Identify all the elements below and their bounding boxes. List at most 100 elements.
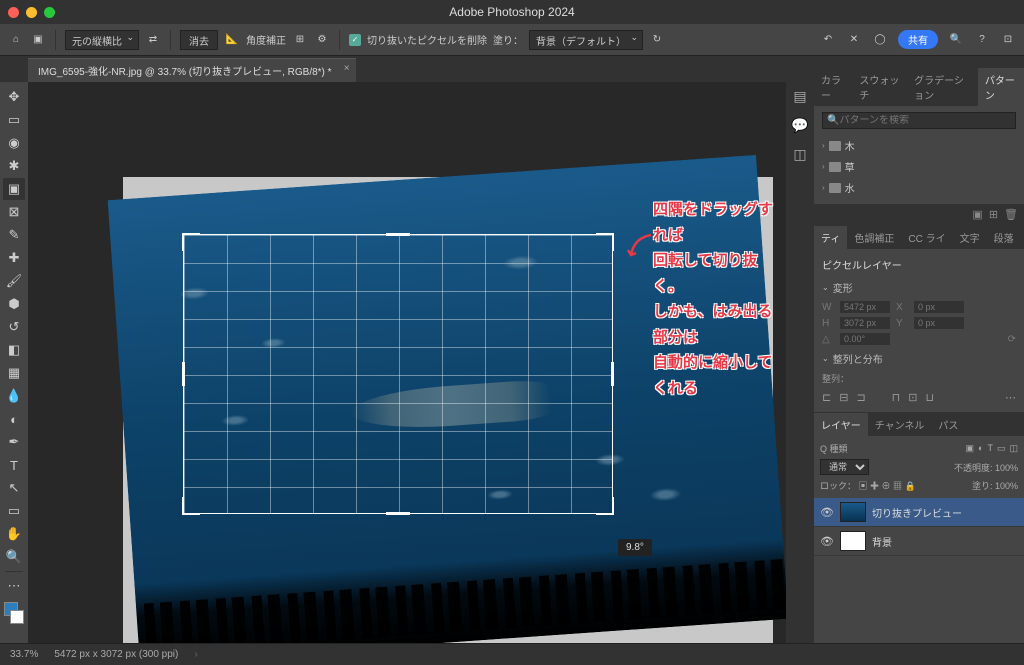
blend-mode-select[interactable]: 通常 [820, 459, 869, 475]
clear-button[interactable]: 消去 [180, 30, 218, 50]
align-top-icon[interactable]: ⊓ [892, 391, 901, 404]
type-tool[interactable]: T [3, 454, 25, 476]
undo-icon[interactable]: ↶ [820, 32, 836, 48]
crop-handle-bl[interactable] [182, 497, 200, 515]
layer-item[interactable]: 👁 背景 [814, 527, 1024, 556]
opacity-value[interactable]: 100% [995, 463, 1018, 473]
edit-toolbar[interactable]: ⋯ [3, 575, 25, 597]
tab-character[interactable]: 文字 [953, 226, 987, 249]
window-maximize[interactable] [44, 7, 55, 18]
background-color[interactable] [10, 610, 24, 624]
home-icon[interactable]: ⌂ [8, 32, 24, 48]
tab-color[interactable]: カラー [814, 68, 852, 106]
align-left-icon[interactable]: ⊏ [822, 391, 831, 404]
share-button[interactable]: 共有 [898, 30, 938, 49]
help-icon[interactable]: ? [974, 32, 990, 48]
crop-handle-right[interactable] [611, 362, 614, 386]
stamp-tool[interactable]: ⬢ [3, 293, 25, 315]
eyedropper-tool[interactable]: ✎ [3, 224, 25, 246]
color-swatches[interactable] [4, 602, 24, 624]
lasso-tool[interactable]: ◉ [3, 132, 25, 154]
transform-section[interactable]: ⌄変形 [822, 276, 1016, 299]
tab-adjustments[interactable]: 色調補正 [847, 226, 901, 249]
width-value[interactable]: 5472 px [840, 301, 890, 313]
history-brush-tool[interactable]: ↺ [3, 316, 25, 338]
align-section[interactable]: ⌄整列と分布 [822, 347, 1016, 370]
tab-paragraph[interactable]: 段落 [987, 226, 1021, 249]
tab-paths[interactable]: パス [931, 413, 965, 436]
hand-tool[interactable]: ✋ [3, 523, 25, 545]
crop-handle-left[interactable] [182, 362, 185, 386]
grid-icon[interactable]: ⊞ [292, 32, 308, 48]
align-right-icon[interactable]: ⊐ [856, 391, 865, 404]
crop-tool[interactable]: ▣ [3, 178, 25, 200]
tab-properties[interactable]: ティ [814, 226, 847, 249]
pattern-search[interactable]: 🔍 [822, 112, 1016, 129]
filter-shape-icon[interactable]: ▭ [997, 443, 1006, 454]
heal-tool[interactable]: ✚ [3, 247, 25, 269]
shape-tool[interactable]: ▭ [3, 500, 25, 522]
pattern-folder[interactable]: ›草 [822, 156, 1016, 177]
zoom-tool[interactable]: 🔍 [3, 546, 25, 568]
comments-icon[interactable]: 💬 [791, 117, 808, 134]
trash-icon[interactable]: 🗑 [1004, 208, 1018, 221]
filter-smart-icon[interactable]: ◫ [1009, 443, 1018, 454]
swap-icon[interactable]: ⇄ [145, 32, 161, 48]
layer-item[interactable]: 👁 切り抜きプレビュー [814, 498, 1024, 527]
tab-cc[interactable]: CC ライ [901, 226, 952, 249]
tab-layers[interactable]: レイヤー [814, 413, 868, 436]
align-center-v-icon[interactable]: ⊡ [908, 391, 917, 404]
layer-filter[interactable]: Q 種類 [820, 442, 848, 455]
tab-patterns[interactable]: パターン [978, 68, 1024, 106]
new-item-icon[interactable]: ⊞ [989, 208, 998, 221]
gradient-tool[interactable]: ▦ [3, 362, 25, 384]
new-folder-icon[interactable]: ▣ [972, 208, 982, 221]
crop-bounds[interactable] [183, 234, 613, 514]
filter-adjust-icon[interactable]: ◐ [978, 443, 983, 454]
cancel-icon[interactable]: ✕ [846, 32, 862, 48]
crop-handle-tr[interactable] [596, 233, 614, 251]
move-tool[interactable]: ✥ [3, 86, 25, 108]
fill-value[interactable]: 100% [995, 481, 1018, 491]
window-close[interactable] [8, 7, 19, 18]
visibility-icon[interactable]: 👁 [820, 506, 834, 519]
angle-value[interactable]: 0.00° [840, 333, 890, 345]
crop-handle-bottom[interactable] [386, 512, 410, 515]
crop-handle-top[interactable] [386, 233, 410, 236]
tab-swatches[interactable]: スウォッチ [852, 68, 907, 106]
x-value[interactable]: 0 px [914, 301, 964, 313]
tab-channels[interactable]: チャンネル [868, 413, 932, 436]
filter-type-icon[interactable]: T [987, 443, 993, 454]
libraries-icon[interactable]: ◫ [793, 146, 806, 163]
history-icon[interactable]: ▤ [793, 88, 806, 105]
y-value[interactable]: 0 px [914, 317, 964, 329]
visibility-icon[interactable]: 👁 [820, 535, 834, 548]
workspace-icon[interactable]: ⊡ [1000, 32, 1016, 48]
frame-tool[interactable]: ⊠ [3, 201, 25, 223]
dodge-tool[interactable]: ◐ [3, 408, 25, 430]
close-icon[interactable]: × [344, 63, 350, 74]
canvas[interactable]: 9.8° 四隅をドラッグすれば 回転して切り抜く。 しかも、はみ出る部分は 自動… [28, 82, 786, 643]
ratio-select[interactable]: 元の縦横比 [65, 30, 139, 50]
pattern-folder[interactable]: ›木 [822, 135, 1016, 156]
align-center-h-icon[interactable]: ⊟ [839, 391, 848, 404]
pattern-folder[interactable]: ›水 [822, 177, 1016, 198]
blur-tool[interactable]: 💧 [3, 385, 25, 407]
crop-handle-tl[interactable] [182, 233, 200, 251]
crop-icon[interactable]: ▣ [30, 32, 46, 48]
height-value[interactable]: 3072 px [840, 317, 890, 329]
commit-icon[interactable]: ◯ [872, 32, 888, 48]
straighten-icon[interactable]: 📐 [224, 32, 240, 48]
zoom-level[interactable]: 33.7% [10, 649, 38, 660]
tab-gradients[interactable]: グラデーション [907, 68, 978, 106]
pattern-search-input[interactable] [839, 115, 1011, 126]
crop-handle-br[interactable] [596, 497, 614, 515]
align-bottom-icon[interactable]: ⊔ [925, 391, 934, 404]
filter-image-icon[interactable]: ▣ [966, 443, 975, 454]
wand-tool[interactable]: ✱ [3, 155, 25, 177]
search-icon[interactable]: 🔍 [948, 32, 964, 48]
marquee-tool[interactable]: ▭ [3, 109, 25, 131]
layer-thumbnail[interactable] [840, 531, 866, 551]
delete-pixels-check[interactable]: ✓ [349, 34, 361, 46]
eraser-tool[interactable]: ◧ [3, 339, 25, 361]
